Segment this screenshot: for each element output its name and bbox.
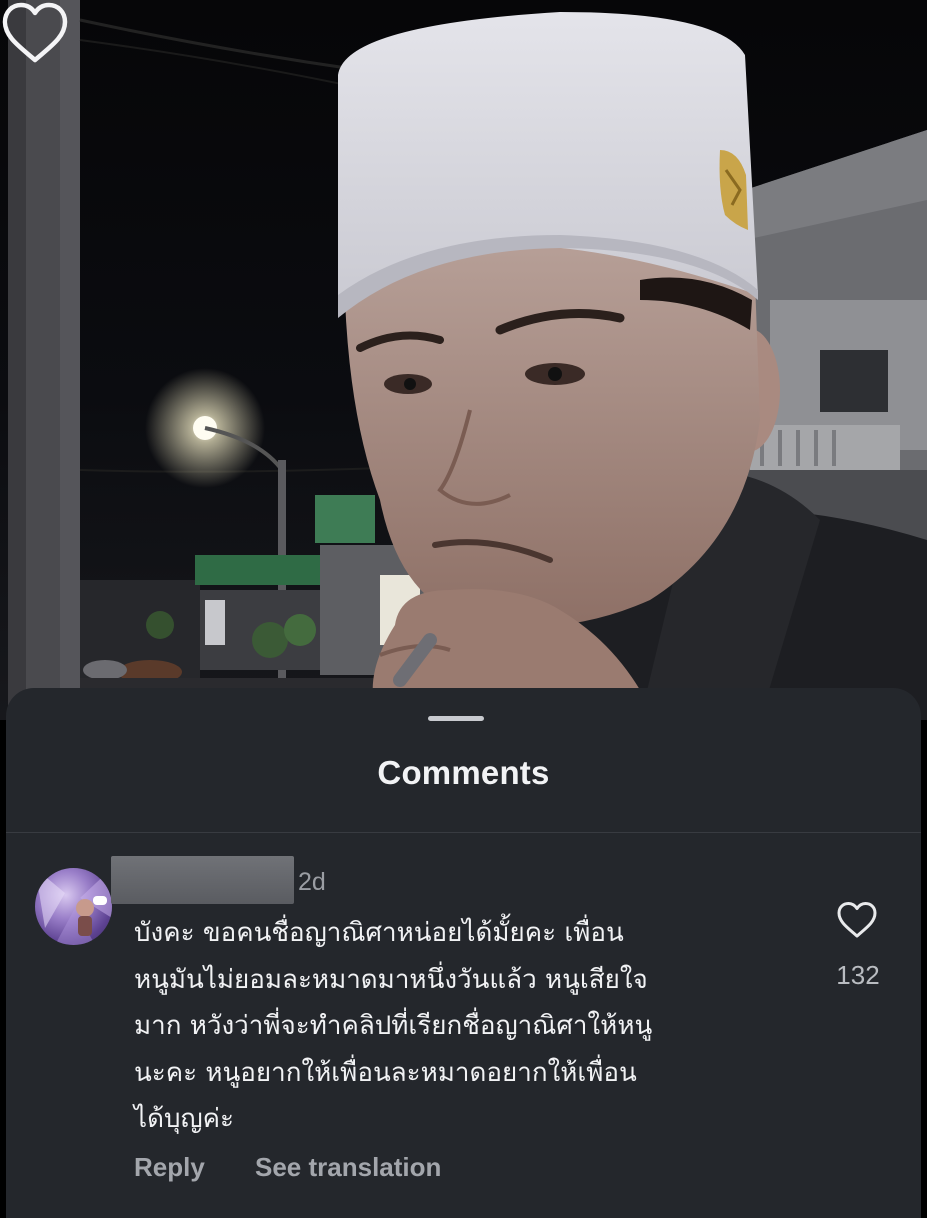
- avatar[interactable]: [35, 868, 112, 945]
- avatar-image: [35, 868, 112, 945]
- comments-sheet: Comments 2d บังคะ ขอคนชื่อญาณิศาหน่อยได้…: [6, 688, 921, 1218]
- video-frame[interactable]: [0, 0, 927, 720]
- night-street-scene: [8, 0, 927, 720]
- comment-timestamp: 2d: [298, 868, 326, 896]
- comment-like-count: 132: [836, 960, 880, 990]
- title-divider: [6, 832, 921, 833]
- redacted-username: [111, 856, 294, 904]
- see-translation-button[interactable]: See translation: [255, 1152, 441, 1183]
- comments-title: Comments: [377, 754, 550, 791]
- heart-outline-icon[interactable]: [0, 0, 70, 66]
- reply-button[interactable]: Reply: [134, 1152, 205, 1183]
- sheet-drag-handle[interactable]: [428, 716, 484, 721]
- comment-text: บังคะ ขอคนชื่อญาณิศาหน่อยได้มั้ยคะ เพื่อ…: [134, 918, 653, 1134]
- heart-outline-icon[interactable]: [836, 900, 878, 940]
